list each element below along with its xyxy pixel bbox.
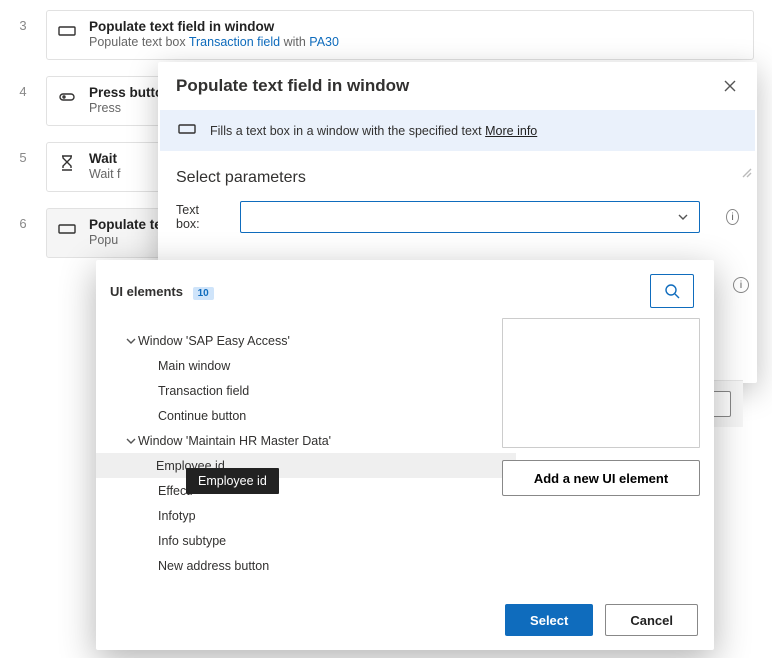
tree-item-main-window[interactable]: Main window bbox=[110, 353, 502, 378]
tooltip: Employee id bbox=[186, 468, 279, 494]
dialog-title: Populate text field in window bbox=[176, 76, 409, 96]
chevron-down-icon bbox=[124, 436, 138, 446]
section-title: Select parameters bbox=[158, 151, 757, 201]
tree-item-effective[interactable]: Effecti bbox=[110, 478, 502, 503]
step-card[interactable]: Populate text field in window Populate t… bbox=[46, 10, 754, 60]
more-info-link[interactable]: More info bbox=[485, 124, 537, 138]
textbox-icon bbox=[178, 122, 196, 139]
count-badge: 10 bbox=[193, 287, 214, 300]
resize-grip-icon[interactable] bbox=[741, 167, 753, 179]
preview-pane bbox=[502, 318, 700, 448]
press-icon bbox=[57, 87, 77, 107]
tree-item-transaction-field[interactable]: Transaction field bbox=[110, 378, 502, 403]
info-icon[interactable]: i bbox=[726, 209, 739, 225]
textbox-icon bbox=[57, 219, 77, 239]
tree-group[interactable]: Window 'Maintain HR Master Data' bbox=[110, 428, 502, 453]
search-button[interactable] bbox=[650, 274, 694, 308]
select-button[interactable]: Select bbox=[505, 604, 593, 636]
tree-group[interactable]: Window 'SAP Easy Access' bbox=[110, 328, 502, 353]
param-label-textbox: Text box: bbox=[176, 203, 222, 231]
tree-item-continue-button[interactable]: Continue button bbox=[110, 403, 502, 428]
step-number: 4 bbox=[0, 76, 46, 99]
step-row: 3 Populate text field in window Populate… bbox=[0, 10, 772, 60]
tree-item-info-subtype[interactable]: Info subtype bbox=[110, 528, 502, 553]
step-subtitle: Populate text box Transaction field with… bbox=[89, 35, 339, 49]
step-title: Populate text field in window bbox=[89, 19, 339, 34]
step-number: 5 bbox=[0, 142, 46, 165]
textbox-icon bbox=[57, 21, 77, 41]
info-banner: Fills a text box in a window with the sp… bbox=[160, 110, 755, 151]
step-subtitle: Wait f bbox=[89, 167, 120, 181]
tree-item-employee-id[interactable]: Employee id bbox=[96, 453, 516, 478]
ui-element-tree: Window 'SAP Easy Access' Main window Tra… bbox=[110, 314, 502, 578]
wait-icon bbox=[57, 153, 77, 173]
link-value[interactable]: PA30 bbox=[309, 35, 339, 49]
info-icon[interactable]: i bbox=[733, 277, 749, 293]
step-number: 6 bbox=[0, 208, 46, 231]
picker-header: UI elements 10 bbox=[110, 284, 214, 299]
textbox-dropdown[interactable] bbox=[240, 201, 700, 233]
step-number: 3 bbox=[0, 10, 46, 33]
add-ui-element-button[interactable]: Add a new UI element bbox=[502, 460, 700, 496]
link-transaction-field[interactable]: Transaction field bbox=[189, 35, 280, 49]
close-icon[interactable] bbox=[721, 77, 739, 95]
chevron-down-icon bbox=[124, 336, 138, 346]
chevron-down-icon bbox=[677, 211, 689, 226]
ui-element-picker: UI elements 10 Window 'SAP Easy Access' … bbox=[96, 260, 714, 650]
tree-item-infotype[interactable]: Infotyp bbox=[110, 503, 502, 528]
tree-item-new-address-button[interactable]: New address button bbox=[110, 553, 502, 578]
cancel-button[interactable]: Cancel bbox=[605, 604, 698, 636]
step-title: Wait bbox=[89, 151, 120, 166]
